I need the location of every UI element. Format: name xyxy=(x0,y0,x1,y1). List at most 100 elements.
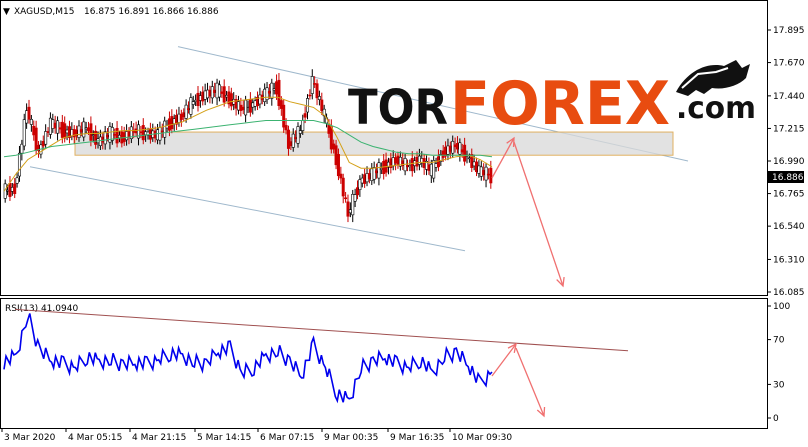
time-tick-label: 5 Mar 14:15 xyxy=(197,433,251,443)
candle-body xyxy=(336,154,340,177)
candle-body xyxy=(313,83,317,85)
candle-body xyxy=(106,134,110,138)
candle-body xyxy=(272,88,276,91)
collapse-icon[interactable]: ▼ xyxy=(3,7,10,17)
time-axis: 3 Mar 2020 4 Mar 05:15 4 Mar 21:15 5 Mar 14… xyxy=(1,428,512,443)
candle-body xyxy=(448,145,452,152)
candle-body xyxy=(236,101,240,111)
candle-body xyxy=(206,89,210,99)
candle-body xyxy=(346,201,350,217)
candle-body xyxy=(15,177,19,184)
candle-body xyxy=(277,79,281,107)
candle-body xyxy=(427,164,431,171)
candle-body xyxy=(239,104,243,111)
candle-body xyxy=(70,129,74,137)
candle-body xyxy=(17,152,21,177)
time-tick-label: 6 Mar 07:15 xyxy=(260,433,314,443)
candle-body xyxy=(25,110,29,124)
candle-body xyxy=(251,102,255,108)
chart-ohlc: 16.875 16.891 16.866 16.886 xyxy=(84,7,219,17)
candle-body xyxy=(329,126,333,150)
logo-part3: .com xyxy=(676,91,756,126)
candle-body xyxy=(170,116,174,130)
candle-body xyxy=(203,90,207,100)
candle-body xyxy=(79,129,83,133)
price-tick-label: 17.895 xyxy=(773,26,805,36)
candle-body xyxy=(436,156,440,168)
candle-body xyxy=(182,112,186,118)
candle-body xyxy=(65,129,69,134)
candle-body xyxy=(82,121,86,138)
candle-body xyxy=(363,174,367,184)
candle-body xyxy=(248,99,252,113)
candle-body xyxy=(103,131,107,145)
chart: ▼ XAGUSD,M15 16.875 16.891 16.866 16.886… xyxy=(0,0,805,443)
time-tick-label: 10 Mar 09:30 xyxy=(452,433,512,443)
candle-body xyxy=(317,96,321,100)
candle-body xyxy=(353,194,357,202)
candle-body xyxy=(410,158,414,172)
candle-body xyxy=(163,120,167,138)
candle-body xyxy=(396,155,400,165)
candle-body xyxy=(117,134,121,139)
candle-body xyxy=(341,177,345,197)
candle-body xyxy=(177,113,181,123)
candle-body xyxy=(298,130,302,134)
candle-body xyxy=(8,182,12,197)
candle-body xyxy=(189,97,193,115)
candle-body xyxy=(184,104,188,119)
candle-body xyxy=(379,167,383,170)
candle-body xyxy=(258,94,262,105)
candle-body xyxy=(20,143,24,154)
candle-body xyxy=(429,163,433,177)
candle-body xyxy=(370,168,374,181)
candle-body xyxy=(408,165,412,168)
candle-body xyxy=(63,123,67,139)
candle-body xyxy=(360,177,364,184)
candle-body xyxy=(477,165,481,174)
candle-body xyxy=(267,90,271,94)
time-tick-label: 9 Mar 00:35 xyxy=(324,433,378,443)
price-tick-label: 16.765 xyxy=(773,190,805,200)
candle-body xyxy=(286,129,290,149)
price-tick-label: 17.215 xyxy=(773,124,805,134)
candle-body xyxy=(479,166,483,177)
candle-body xyxy=(348,209,352,214)
candle-body xyxy=(113,134,117,136)
candle-body xyxy=(53,122,57,129)
candle-body xyxy=(241,106,245,111)
candle-body xyxy=(327,124,331,134)
candle-body xyxy=(265,87,269,100)
candle-body xyxy=(110,127,114,141)
candle-body xyxy=(222,86,226,103)
time-tick-label: 4 Mar 21:15 xyxy=(132,433,186,443)
candle-body xyxy=(141,125,145,141)
logo-part1: TOR xyxy=(348,80,448,136)
price-axis: 17.895 17.670 17.440 17.215 16.990 16.765 16.5… xyxy=(767,26,805,298)
candle-body xyxy=(98,136,102,146)
candle-body xyxy=(339,173,343,179)
rsi-tick-label: 0 xyxy=(773,414,779,424)
candle-body xyxy=(186,108,190,110)
candle-body xyxy=(294,137,298,139)
candle-body xyxy=(367,173,371,180)
candle-body xyxy=(344,197,348,200)
candle-body xyxy=(201,91,205,102)
candle-body xyxy=(434,163,438,168)
price-tick-label: 16.540 xyxy=(773,222,805,232)
candle-body xyxy=(89,123,93,141)
candle-body xyxy=(56,120,60,134)
candle-body xyxy=(196,92,200,107)
candle-body xyxy=(308,94,312,97)
candle-body xyxy=(41,141,45,147)
candle-body xyxy=(44,131,48,145)
candle-body xyxy=(10,187,14,192)
candle-body xyxy=(365,173,369,183)
candle-body xyxy=(455,143,459,150)
logo-part2: FOREX xyxy=(450,69,670,139)
rsi-panel-frame xyxy=(0,298,768,429)
candle-body xyxy=(446,145,450,155)
candle-body xyxy=(320,99,324,111)
candle-body xyxy=(279,100,283,109)
candle-body xyxy=(391,157,395,167)
